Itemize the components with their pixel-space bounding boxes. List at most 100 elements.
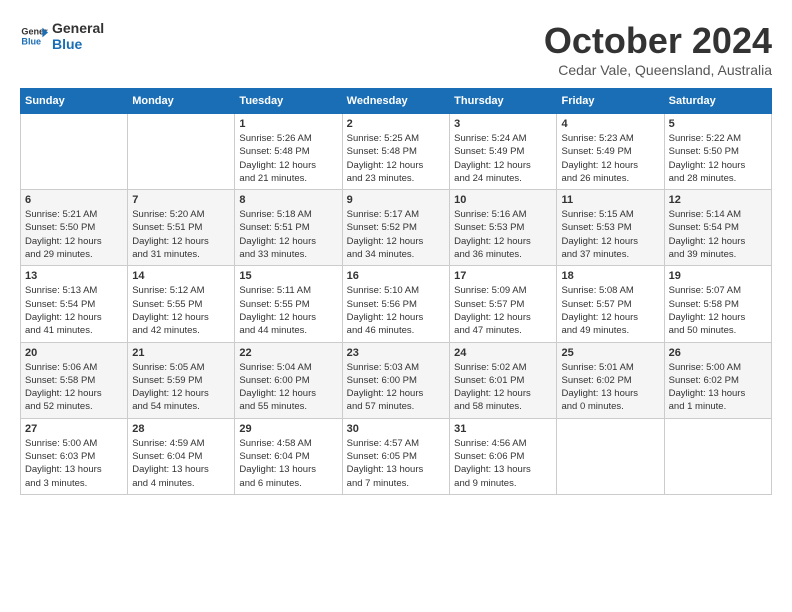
calendar-table: Sunday Monday Tuesday Wednesday Thursday…: [20, 88, 772, 495]
day-info: Sunrise: 5:08 AM Sunset: 5:57 PM Dayligh…: [561, 284, 659, 337]
day-number: 16: [347, 270, 445, 282]
day-info: Sunrise: 5:21 AM Sunset: 5:50 PM Dayligh…: [25, 208, 123, 261]
logo-text-general: General: [52, 20, 104, 36]
day-info: Sunrise: 5:17 AM Sunset: 5:52 PM Dayligh…: [347, 208, 445, 261]
day-info: Sunrise: 5:25 AM Sunset: 5:48 PM Dayligh…: [347, 132, 445, 185]
calendar-cell: [21, 114, 128, 190]
month-year-title: October 2024: [544, 20, 772, 62]
logo: General Blue General Blue: [20, 20, 104, 52]
calendar-cell: 26 Sunrise: 5:00 AM Sunset: 6:02 PM Dayli…: [664, 342, 771, 418]
day-number: 22: [239, 347, 337, 359]
calendar-cell: 25 Sunrise: 5:01 AM Sunset: 6:02 PM Dayli…: [557, 342, 664, 418]
calendar-cell: 16 Sunrise: 5:10 AM Sunset: 5:56 PM Dayli…: [342, 266, 449, 342]
calendar-cell: 20 Sunrise: 5:06 AM Sunset: 5:58 PM Dayli…: [21, 342, 128, 418]
day-number: 1: [239, 118, 337, 130]
calendar-cell: 3 Sunrise: 5:24 AM Sunset: 5:49 PM Daylig…: [450, 114, 557, 190]
calendar-cell: 19Sunrise: 5:07 AM Sunset: 5:58 PM Dayli…: [664, 266, 771, 342]
day-info: Sunrise: 5:23 AM Sunset: 5:49 PM Dayligh…: [561, 132, 659, 185]
day-number: 29: [239, 423, 337, 435]
day-number: 9: [347, 194, 445, 206]
day-info: Sunrise: 5:03 AM Sunset: 6:00 PM Dayligh…: [347, 361, 445, 414]
week-row-1: 1Sunrise: 5:26 AM Sunset: 5:48 PM Daylig…: [21, 114, 772, 190]
calendar-cell: 5Sunrise: 5:22 AM Sunset: 5:50 PM Daylig…: [664, 114, 771, 190]
week-row-4: 20 Sunrise: 5:06 AM Sunset: 5:58 PM Dayli…: [21, 342, 772, 418]
day-info: Sunrise: 5:13 AM Sunset: 5:54 PM Dayligh…: [25, 284, 123, 337]
week-row-3: 13 Sunrise: 5:13 AM Sunset: 5:54 PM Dayli…: [21, 266, 772, 342]
logo-icon: General Blue: [20, 22, 48, 50]
header-tuesday: Tuesday: [235, 89, 342, 114]
day-number: 4: [561, 118, 659, 130]
svg-text:Blue: Blue: [21, 36, 41, 46]
calendar-cell: 18 Sunrise: 5:08 AM Sunset: 5:57 PM Dayli…: [557, 266, 664, 342]
header-saturday: Saturday: [664, 89, 771, 114]
day-number: 18: [561, 270, 659, 282]
day-number: 3: [454, 118, 552, 130]
calendar-cell: 11 Sunrise: 5:15 AM Sunset: 5:53 PM Dayli…: [557, 190, 664, 266]
calendar-cell: [128, 114, 235, 190]
day-info: Sunrise: 5:15 AM Sunset: 5:53 PM Dayligh…: [561, 208, 659, 261]
day-number: 25: [561, 347, 659, 359]
location-subtitle: Cedar Vale, Queensland, Australia: [544, 62, 772, 78]
calendar-cell: 2 Sunrise: 5:25 AM Sunset: 5:48 PM Daylig…: [342, 114, 449, 190]
calendar-cell: 29Sunrise: 4:58 AM Sunset: 6:04 PM Dayli…: [235, 418, 342, 494]
day-info: Sunrise: 5:16 AM Sunset: 5:53 PM Dayligh…: [454, 208, 552, 261]
day-number: 24: [454, 347, 552, 359]
day-info: Sunrise: 5:02 AM Sunset: 6:01 PM Dayligh…: [454, 361, 552, 414]
calendar-cell: 7 Sunrise: 5:20 AM Sunset: 5:51 PM Daylig…: [128, 190, 235, 266]
calendar-cell: 30Sunrise: 4:57 AM Sunset: 6:05 PM Dayli…: [342, 418, 449, 494]
calendar-cell: 15Sunrise: 5:11 AM Sunset: 5:55 PM Dayli…: [235, 266, 342, 342]
day-number: 13: [25, 270, 123, 282]
day-info: Sunrise: 5:24 AM Sunset: 5:49 PM Dayligh…: [454, 132, 552, 185]
day-info: Sunrise: 5:05 AM Sunset: 5:59 PM Dayligh…: [132, 361, 230, 414]
calendar-cell: 10 Sunrise: 5:16 AM Sunset: 5:53 PM Dayli…: [450, 190, 557, 266]
day-number: 2: [347, 118, 445, 130]
calendar-cell: [557, 418, 664, 494]
day-number: 12: [669, 194, 767, 206]
day-info: Sunrise: 5:20 AM Sunset: 5:51 PM Dayligh…: [132, 208, 230, 261]
calendar-cell: 21 Sunrise: 5:05 AM Sunset: 5:59 PM Dayli…: [128, 342, 235, 418]
day-info: Sunrise: 5:06 AM Sunset: 5:58 PM Dayligh…: [25, 361, 123, 414]
day-number: 19: [669, 270, 767, 282]
day-info: Sunrise: 5:14 AM Sunset: 5:54 PM Dayligh…: [669, 208, 767, 261]
day-number: 30: [347, 423, 445, 435]
day-number: 10: [454, 194, 552, 206]
day-info: Sunrise: 5:12 AM Sunset: 5:55 PM Dayligh…: [132, 284, 230, 337]
day-number: 8: [239, 194, 337, 206]
title-section: October 2024 Cedar Vale, Queensland, Aus…: [544, 20, 772, 78]
header-friday: Friday: [557, 89, 664, 114]
day-info: Sunrise: 5:11 AM Sunset: 5:55 PM Dayligh…: [239, 284, 337, 337]
day-number: 14: [132, 270, 230, 282]
calendar-cell: 13 Sunrise: 5:13 AM Sunset: 5:54 PM Dayli…: [21, 266, 128, 342]
weekday-header-row: Sunday Monday Tuesday Wednesday Thursday…: [21, 89, 772, 114]
day-info: Sunrise: 5:09 AM Sunset: 5:57 PM Dayligh…: [454, 284, 552, 337]
day-number: 11: [561, 194, 659, 206]
calendar-cell: 22 Sunrise: 5:04 AM Sunset: 6:00 PM Dayli…: [235, 342, 342, 418]
day-info: Sunrise: 5:00 AM Sunset: 6:02 PM Dayligh…: [669, 361, 767, 414]
day-info: Sunrise: 5:00 AM Sunset: 6:03 PM Dayligh…: [25, 437, 123, 490]
calendar-cell: 6Sunrise: 5:21 AM Sunset: 5:50 PM Daylig…: [21, 190, 128, 266]
day-info: Sunrise: 4:59 AM Sunset: 6:04 PM Dayligh…: [132, 437, 230, 490]
week-row-5: 27 Sunrise: 5:00 AM Sunset: 6:03 PM Dayli…: [21, 418, 772, 494]
header-thursday: Thursday: [450, 89, 557, 114]
calendar-cell: 24 Sunrise: 5:02 AM Sunset: 6:01 PM Dayli…: [450, 342, 557, 418]
calendar-cell: 9 Sunrise: 5:17 AM Sunset: 5:52 PM Daylig…: [342, 190, 449, 266]
week-row-2: 6Sunrise: 5:21 AM Sunset: 5:50 PM Daylig…: [21, 190, 772, 266]
header: General Blue General Blue October 2024 C…: [20, 20, 772, 78]
day-info: Sunrise: 5:01 AM Sunset: 6:02 PM Dayligh…: [561, 361, 659, 414]
day-info: Sunrise: 5:04 AM Sunset: 6:00 PM Dayligh…: [239, 361, 337, 414]
calendar-cell: 14 Sunrise: 5:12 AM Sunset: 5:55 PM Dayli…: [128, 266, 235, 342]
calendar-cell: 27 Sunrise: 5:00 AM Sunset: 6:03 PM Dayli…: [21, 418, 128, 494]
day-info: Sunrise: 5:10 AM Sunset: 5:56 PM Dayligh…: [347, 284, 445, 337]
calendar-cell: 8Sunrise: 5:18 AM Sunset: 5:51 PM Daylig…: [235, 190, 342, 266]
calendar-cell: 31Sunrise: 4:56 AM Sunset: 6:06 PM Dayli…: [450, 418, 557, 494]
day-number: 27: [25, 423, 123, 435]
calendar-cell: 23Sunrise: 5:03 AM Sunset: 6:00 PM Dayli…: [342, 342, 449, 418]
logo-text-blue: Blue: [52, 36, 104, 52]
header-sunday: Sunday: [21, 89, 128, 114]
day-info: Sunrise: 5:22 AM Sunset: 5:50 PM Dayligh…: [669, 132, 767, 185]
day-number: 26: [669, 347, 767, 359]
day-number: 7: [132, 194, 230, 206]
day-number: 21: [132, 347, 230, 359]
calendar-cell: 12 Sunrise: 5:14 AM Sunset: 5:54 PM Dayli…: [664, 190, 771, 266]
day-number: 20: [25, 347, 123, 359]
